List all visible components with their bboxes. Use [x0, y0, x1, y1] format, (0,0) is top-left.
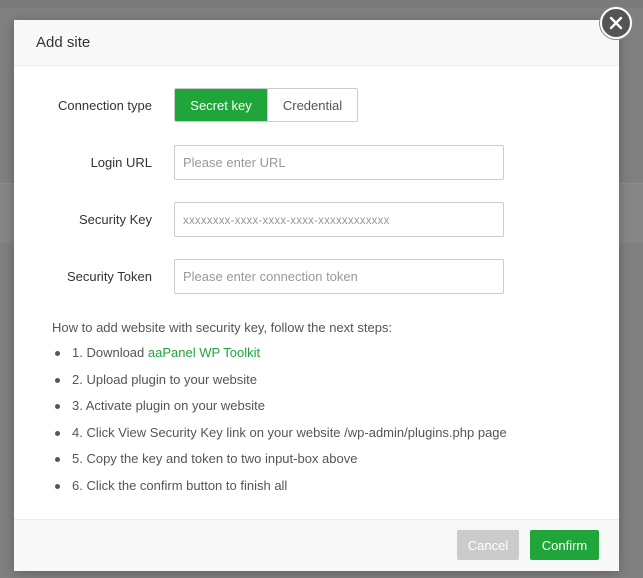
toolkit-download-link[interactable]: aaPanel WP Toolkit — [148, 345, 260, 360]
add-site-dialog: Add site Connection type Secret key Cred… — [14, 20, 619, 571]
security-token-input[interactable] — [174, 259, 504, 294]
instructions: How to add website with security key, fo… — [52, 320, 507, 503]
login-url-row: Login URL — [14, 145, 504, 180]
step-item: 3. Activate plugin on your website — [52, 397, 507, 424]
close-button[interactable] — [600, 7, 632, 39]
steps-list: 1. Download aaPanel WP Toolkit 2. Upload… — [52, 344, 507, 503]
dialog-footer: Cancel Confirm — [14, 519, 619, 571]
secret-key-option[interactable]: Secret key — [175, 89, 267, 121]
cancel-button[interactable]: Cancel — [457, 530, 519, 560]
security-key-row: Security Key — [14, 202, 504, 237]
login-url-label: Login URL — [90, 155, 152, 170]
close-icon — [609, 16, 623, 30]
security-token-row: Security Token — [14, 259, 504, 294]
step-item: 5. Copy the key and token to two input-b… — [52, 450, 507, 477]
step-item: 1. Download aaPanel WP Toolkit — [52, 344, 507, 371]
login-url-input[interactable] — [174, 145, 504, 180]
connection-type-label: Connection type — [58, 97, 152, 113]
step1-text: 1. Download — [72, 345, 148, 360]
step-item: 4. Click View Security Key link on your … — [52, 424, 507, 451]
background-topbar — [0, 0, 643, 8]
step-item: 2. Upload plugin to your website — [52, 371, 507, 398]
dialog-title: Add site — [36, 34, 91, 51]
security-key-input[interactable] — [174, 202, 504, 237]
connection-type-row: Connection type Secret key Credential — [14, 88, 358, 122]
confirm-button[interactable]: Confirm — [530, 530, 599, 560]
step-item: 6. Click the confirm button to finish al… — [52, 477, 507, 504]
connection-type-toggle: Secret key Credential — [174, 88, 358, 122]
security-key-label: Security Key — [79, 212, 152, 227]
dialog-header: Add site — [14, 20, 619, 66]
credential-option[interactable]: Credential — [267, 89, 357, 121]
security-token-label: Security Token — [66, 269, 152, 284]
instructions-intro: How to add website with security key, fo… — [52, 320, 393, 335]
